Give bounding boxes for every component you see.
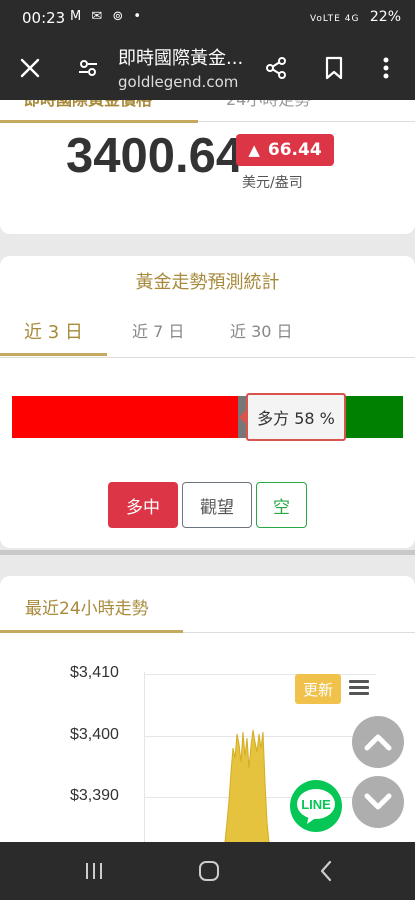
bull-vote-button[interactable]: 多中	[108, 482, 178, 528]
hamburger-icon[interactable]	[349, 677, 371, 699]
web-page[interactable]: 即時國際黃金價格 24小時走勢 3400.64 ▲ 66.44 美元/盎司 黃金…	[0, 100, 415, 842]
system-nav-bar	[0, 842, 415, 900]
bear-vote-button[interactable]: 空	[256, 482, 307, 528]
up-triangle-icon: ▲	[248, 141, 260, 159]
price-tabs: 即時國際黃金價格 24小時走勢	[0, 100, 415, 123]
price-unit: 美元/盎司	[242, 175, 303, 191]
trend-plot-area	[144, 672, 376, 842]
bear-bar	[346, 396, 403, 438]
recent-apps-icon[interactable]	[74, 856, 114, 886]
chevron-down-icon[interactable]	[352, 776, 404, 828]
page-url: goldlegend.com	[118, 73, 239, 91]
y-tick-label: $3,400	[70, 726, 119, 743]
tab-7-days[interactable]: 近 7 日	[132, 318, 184, 342]
bull-ratio-tooltip: 多方 58 %	[239, 393, 346, 441]
forecast-title: 黃金走勢預測統計	[135, 272, 280, 293]
gold-price: 3400.64	[66, 129, 244, 183]
tab-realtime-price[interactable]: 即時國際黃金價格	[24, 100, 152, 110]
chevron-up-icon[interactable]	[352, 716, 404, 768]
home-icon[interactable]	[189, 856, 229, 886]
trend-title: 最近24小時走勢	[25, 599, 149, 619]
active-period-indicator	[0, 353, 107, 356]
battery-level: 22%	[369, 9, 401, 25]
price-change-value: 66.44	[267, 140, 322, 160]
watch-vote-button[interactable]: 觀望	[182, 482, 252, 528]
price-area-series	[224, 729, 270, 842]
page-title: 即時國際黃金...	[118, 48, 244, 69]
status-bar: 00:23 M ✉ ⊚ • VoLTE 4G 22%	[0, 0, 415, 36]
network-indicator: VoLTE 4G	[309, 14, 360, 24]
close-icon[interactable]	[12, 50, 48, 86]
tab-30-days[interactable]: 近 30 日	[230, 318, 293, 342]
browser-toolbar: 即時國際黃金... goldlegend.com	[0, 36, 415, 100]
share-icon[interactable]	[258, 50, 294, 86]
tab-24h-trend[interactable]: 24小時走勢	[226, 100, 310, 110]
y-tick-label: $3,410	[70, 664, 119, 681]
period-tabs: 近 3 日 近 7 日 近 30 日	[0, 314, 415, 358]
active-tab-indicator	[0, 120, 198, 123]
bull-bar	[12, 396, 238, 438]
forecast-card: 黃金走勢預測統計 近 3 日 近 7 日 近 30 日 多方 58 % 多中 觀…	[0, 256, 415, 548]
status-right: VoLTE 4G 22%	[310, 9, 401, 25]
status-time: 00:23	[22, 9, 66, 27]
tune-icon[interactable]	[70, 50, 106, 86]
bookmark-icon[interactable]	[316, 50, 352, 86]
y-tick-label: $3,390	[70, 787, 119, 804]
line-app-icon[interactable]: LINE	[290, 780, 342, 832]
line-label: LINE	[301, 797, 331, 812]
update-button[interactable]: 更新	[295, 674, 341, 704]
price-change-badge: ▲ 66.44	[236, 134, 334, 166]
more-vert-icon[interactable]	[368, 50, 404, 86]
back-icon[interactable]	[306, 856, 346, 886]
notification-icons: M ✉ ⊚ •	[70, 9, 145, 24]
trend-title-indicator	[0, 630, 183, 633]
section-divider	[0, 550, 415, 555]
tab-3-days[interactable]: 近 3 日	[24, 318, 83, 344]
price-card: 即時國際黃金價格 24小時走勢 3400.64 ▲ 66.44 美元/盎司	[0, 100, 415, 234]
